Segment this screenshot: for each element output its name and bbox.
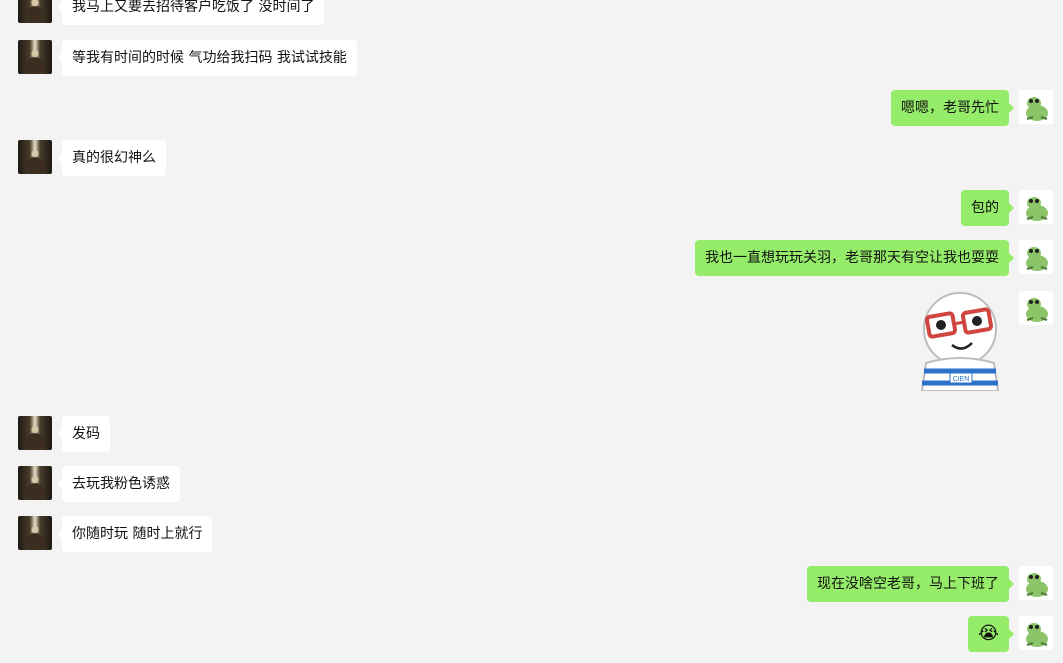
outgoing-message-bubble[interactable]: 嗯嗯，老哥先忙 — [891, 90, 1014, 126]
message-row: 现在没啥空老哥，马上下班了 — [0, 566, 1063, 602]
message-row: 包的 — [0, 190, 1063, 226]
message-row: 去玩我粉色诱惑 — [0, 466, 1063, 502]
incoming-message-bubble[interactable]: 真的很幻神么 — [57, 140, 166, 176]
frog-icon — [1026, 298, 1048, 322]
contact-avatar[interactable] — [18, 516, 52, 550]
message-row: 真的很幻神么 — [0, 140, 1063, 176]
self-avatar[interactable] — [1019, 190, 1053, 224]
contact-avatar[interactable] — [18, 140, 52, 174]
message-row: CIEN — [0, 291, 1063, 392]
message-row: 嗯嗯，老哥先忙 — [0, 90, 1063, 126]
sticker-message[interactable]: CIEN — [910, 291, 1010, 392]
message-row: 发码 — [0, 416, 1063, 452]
glasses-face-sticker-icon: CIEN — [910, 291, 1010, 392]
outgoing-message-bubble[interactable]: 包的 — [961, 190, 1014, 226]
self-avatar[interactable] — [1019, 566, 1053, 600]
incoming-message-bubble[interactable]: 等我有时间的时候 气功给我扫码 我试试技能 — [57, 40, 357, 76]
message-row: 你随时玩 随时上就行 — [0, 516, 1063, 552]
outgoing-emoji-bubble[interactable]: 😭 — [967, 616, 1015, 652]
contact-avatar[interactable] — [18, 466, 52, 500]
incoming-message-bubble[interactable]: 你随时玩 随时上就行 — [56, 516, 213, 552]
self-avatar[interactable] — [1019, 90, 1053, 124]
incoming-message-bubble[interactable]: 去玩我粉色诱惑 — [57, 466, 180, 502]
self-avatar[interactable] — [1019, 616, 1053, 650]
frog-icon — [1026, 623, 1048, 647]
frog-icon — [1026, 247, 1048, 271]
contact-avatar[interactable] — [18, 416, 52, 450]
contact-avatar[interactable] — [18, 40, 52, 74]
sticker-label: CIEN — [953, 376, 970, 383]
message-row: 😭 — [0, 616, 1063, 652]
outgoing-message-bubble[interactable]: 现在没啥空老哥，马上下班了 — [807, 566, 1014, 602]
outgoing-message-bubble[interactable]: 我也一直想玩玩关羽，老哥那天有空让我也耍耍 — [695, 240, 1014, 276]
incoming-message-bubble[interactable]: 发码 — [57, 416, 110, 452]
message-row: 等我有时间的时候 气功给我扫码 我试试技能 — [0, 40, 1063, 76]
message-row: 我马上又要去招待客户吃饭了 没时间了 — [0, 0, 1063, 25]
frog-icon — [1026, 197, 1048, 221]
frog-icon — [1026, 573, 1048, 597]
self-avatar[interactable] — [1019, 291, 1053, 325]
incoming-message-bubble[interactable]: 我马上又要去招待客户吃饭了 没时间了 — [56, 0, 325, 25]
message-row: 我也一直想玩玩关羽，老哥那天有空让我也耍耍 — [0, 240, 1063, 276]
contact-avatar[interactable] — [18, 0, 52, 23]
self-avatar[interactable] — [1019, 240, 1053, 274]
frog-icon — [1026, 97, 1048, 121]
